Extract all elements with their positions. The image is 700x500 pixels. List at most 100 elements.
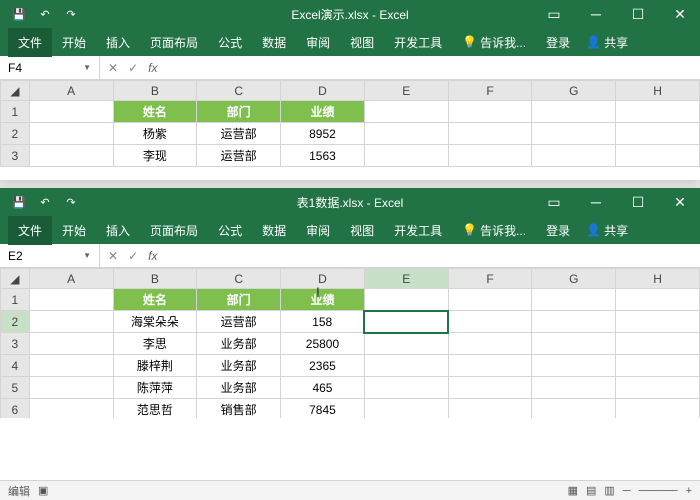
cell[interactable] bbox=[616, 377, 700, 399]
col-header[interactable]: G bbox=[532, 269, 616, 289]
tell-me-search[interactable]: 💡 告诉我... bbox=[452, 28, 536, 57]
cell[interactable] bbox=[448, 145, 532, 167]
cell[interactable]: 158 bbox=[281, 311, 365, 333]
minimize-icon[interactable]: ─ bbox=[576, 188, 616, 216]
tab-formula[interactable]: 公式 bbox=[208, 216, 252, 245]
cell[interactable] bbox=[448, 355, 532, 377]
cell[interactable] bbox=[29, 145, 113, 167]
cell[interactable] bbox=[616, 101, 700, 123]
cell[interactable] bbox=[448, 333, 532, 355]
cell[interactable] bbox=[364, 145, 448, 167]
cell[interactable]: 8952 bbox=[281, 123, 365, 145]
zoom-in-icon[interactable]: + bbox=[686, 485, 692, 497]
col-header[interactable]: C bbox=[197, 269, 281, 289]
col-header[interactable]: E bbox=[364, 269, 448, 289]
tab-developer[interactable]: 开发工具 bbox=[384, 216, 452, 245]
accept-formula-icon[interactable]: ✓ bbox=[128, 249, 138, 263]
row-header[interactable]: 1 bbox=[1, 101, 30, 123]
cell[interactable]: 业绩 bbox=[281, 289, 365, 311]
normal-view-icon[interactable]: ▦ bbox=[568, 484, 578, 497]
cell[interactable]: 运营部 bbox=[197, 311, 281, 333]
chevron-down-icon[interactable]: ▼ bbox=[83, 251, 91, 260]
login-button[interactable]: 登录 bbox=[536, 28, 580, 57]
cell[interactable]: 范思哲 bbox=[113, 399, 197, 419]
cell[interactable] bbox=[532, 355, 616, 377]
cell[interactable] bbox=[364, 377, 448, 399]
cell[interactable] bbox=[364, 355, 448, 377]
col-header[interactable]: B bbox=[113, 81, 197, 101]
col-header[interactable]: E bbox=[364, 81, 448, 101]
tab-view[interactable]: 视图 bbox=[340, 28, 384, 57]
chevron-down-icon[interactable]: ▼ bbox=[83, 63, 91, 72]
row-header[interactable]: 2 bbox=[1, 311, 30, 333]
cell[interactable] bbox=[616, 355, 700, 377]
share-button[interactable]: 👤共享 bbox=[580, 218, 634, 243]
cell[interactable] bbox=[616, 123, 700, 145]
cell[interactable] bbox=[29, 333, 113, 355]
cell[interactable]: 运营部 bbox=[197, 123, 281, 145]
zoom-out-icon[interactable]: ─ bbox=[623, 485, 631, 497]
tab-file[interactable]: 文件 bbox=[8, 216, 52, 245]
cell[interactable]: 姓名 bbox=[113, 101, 197, 123]
cell[interactable] bbox=[616, 399, 700, 419]
ribbon-options-icon[interactable]: ▭ bbox=[534, 188, 574, 216]
cell[interactable] bbox=[448, 289, 532, 311]
cell[interactable] bbox=[532, 399, 616, 419]
col-header[interactable]: F bbox=[448, 269, 532, 289]
col-header[interactable]: D bbox=[281, 81, 365, 101]
cell[interactable] bbox=[532, 333, 616, 355]
redo-icon[interactable]: ↷ bbox=[62, 5, 80, 23]
save-icon[interactable]: 💾 bbox=[10, 193, 28, 211]
tab-file[interactable]: 文件 bbox=[8, 28, 52, 57]
col-header[interactable]: H bbox=[616, 269, 700, 289]
cell[interactable]: 1563 bbox=[281, 145, 365, 167]
fx-icon[interactable]: fx bbox=[148, 249, 157, 263]
cell[interactable]: 7845 bbox=[281, 399, 365, 419]
name-box[interactable]: E2▼ bbox=[0, 244, 100, 267]
col-header[interactable]: A bbox=[29, 81, 113, 101]
maximize-icon[interactable]: ☐ bbox=[618, 0, 658, 28]
name-box[interactable]: F4▼ bbox=[0, 56, 100, 79]
cell[interactable] bbox=[448, 377, 532, 399]
cell[interactable] bbox=[364, 101, 448, 123]
row-header[interactable]: 2 bbox=[1, 123, 30, 145]
redo-icon[interactable]: ↷ bbox=[62, 193, 80, 211]
cell[interactable]: 运营部 bbox=[197, 145, 281, 167]
col-header[interactable]: D bbox=[281, 269, 365, 289]
undo-icon[interactable]: ↶ bbox=[36, 193, 54, 211]
cell[interactable] bbox=[448, 123, 532, 145]
tab-developer[interactable]: 开发工具 bbox=[384, 28, 452, 57]
save-icon[interactable]: 💾 bbox=[10, 5, 28, 23]
col-header[interactable]: G bbox=[532, 81, 616, 101]
cell[interactable]: 业绩 bbox=[281, 101, 365, 123]
cell[interactable] bbox=[532, 123, 616, 145]
cell[interactable] bbox=[616, 333, 700, 355]
cell[interactable] bbox=[364, 333, 448, 355]
undo-icon[interactable]: ↶ bbox=[36, 5, 54, 23]
select-all-corner[interactable]: ◢ bbox=[1, 269, 30, 289]
tab-layout[interactable]: 页面布局 bbox=[140, 216, 208, 245]
col-header[interactable]: F bbox=[448, 81, 532, 101]
tab-data[interactable]: 数据 bbox=[252, 216, 296, 245]
cell[interactable] bbox=[29, 399, 113, 419]
fx-icon[interactable]: fx bbox=[148, 61, 157, 75]
close-icon[interactable]: ✕ bbox=[660, 0, 700, 28]
spreadsheet-grid[interactable]: ◢ A B C D E F G H 1 姓名 部门 业绩 2 杨紫 bbox=[0, 80, 700, 180]
tab-formula[interactable]: 公式 bbox=[208, 28, 252, 57]
cell[interactable] bbox=[29, 377, 113, 399]
cell[interactable] bbox=[532, 377, 616, 399]
tab-review[interactable]: 审阅 bbox=[296, 28, 340, 57]
cell[interactable] bbox=[29, 289, 113, 311]
tab-view[interactable]: 视图 bbox=[340, 216, 384, 245]
cell[interactable] bbox=[448, 311, 532, 333]
active-cell[interactable] bbox=[364, 311, 448, 333]
cell[interactable]: 李现 bbox=[113, 145, 197, 167]
cell[interactable] bbox=[532, 311, 616, 333]
cell[interactable]: 2365 bbox=[281, 355, 365, 377]
cell[interactable]: 杨紫 bbox=[113, 123, 197, 145]
cell[interactable]: 部门 bbox=[197, 289, 281, 311]
cell[interactable]: 业务部 bbox=[197, 333, 281, 355]
share-button[interactable]: 👤共享 bbox=[580, 30, 634, 55]
cell[interactable]: 业务部 bbox=[197, 377, 281, 399]
tab-data[interactable]: 数据 bbox=[252, 28, 296, 57]
